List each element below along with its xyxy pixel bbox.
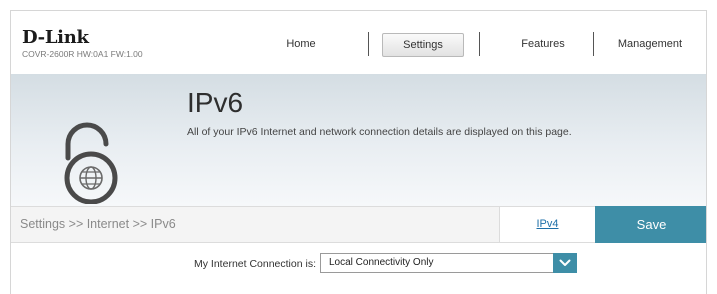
connection-type-select[interactable]: Local Connectivity Only [320,253,577,273]
breadcrumb-bar: Settings >> Internet >> IPv6 IPv4 Save [11,206,706,243]
page-banner: IPv6 All of your IPv6 Internet and netwo… [11,74,706,206]
nav-settings[interactable]: Settings [382,33,464,57]
ipv4-link[interactable]: IPv4 [499,207,595,242]
dlink-logo[interactable]: D-Link [22,27,89,48]
connection-type-value: Local Connectivity Only [329,257,434,268]
nav-divider [368,32,369,56]
page-description: All of your IPv6 Internet and network co… [187,126,572,138]
connection-type-row: My Internet Connection is: Local Connect… [11,243,706,294]
router-web-ui: D-Link COVR-2600R HW:0A1 FW:1.00 Home Se… [10,10,707,294]
device-info: COVR-2600R HW:0A1 FW:1.00 [22,49,143,59]
nav-home[interactable]: Home [266,33,336,55]
lock-globe-icon [51,114,131,205]
nav-divider [479,32,480,56]
chevron-down-icon[interactable] [553,253,577,273]
nav-features[interactable]: Features [507,33,579,55]
nav-divider [593,32,594,56]
page-title: IPv6 [187,87,244,118]
save-button[interactable]: Save [595,206,706,243]
nav-management[interactable]: Management [605,33,695,55]
breadcrumb: Settings >> Internet >> IPv6 [20,217,176,231]
top-header: D-Link COVR-2600R HW:0A1 FW:1.00 Home Se… [11,11,706,74]
connection-type-label: My Internet Connection is: [194,258,316,270]
